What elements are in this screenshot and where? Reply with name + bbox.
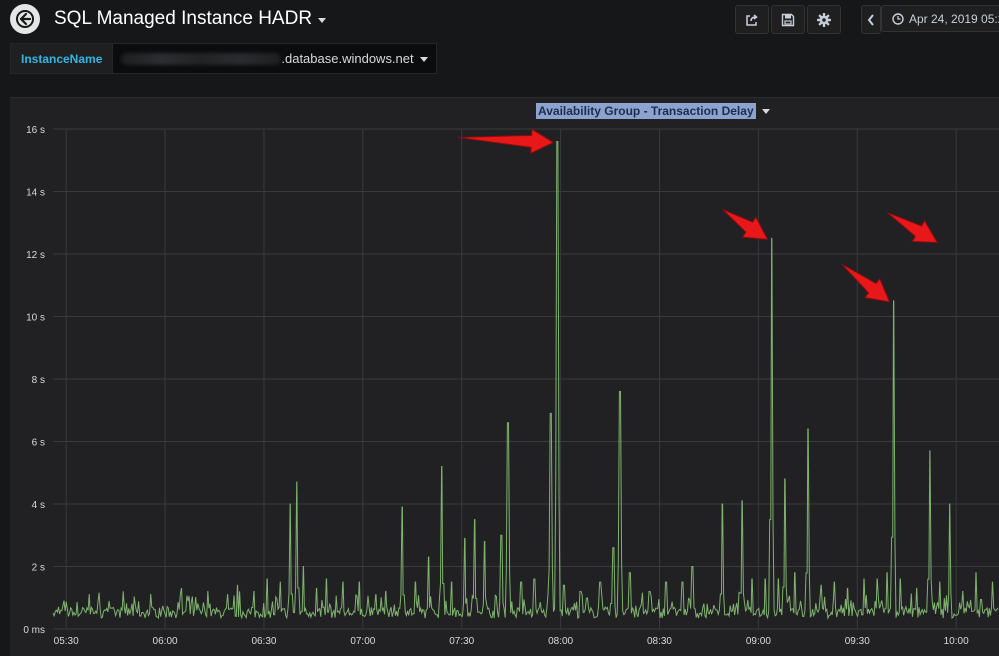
share-icon	[746, 13, 758, 26]
instance-name-dropdown[interactable]: .database.windows.net	[113, 43, 437, 74]
graph-panel: 0 ms 2 s 4 s 6 s 8 s 10 s 12 s 14 s 16 s 05:30 06…	[10, 97, 999, 656]
time-range-text: Apr 24, 2019 05:2	[909, 11, 999, 26]
series-line	[52, 141, 999, 621]
x-tick-label: 10:00	[944, 636, 969, 647]
instance-name-suffix: .database.windows.net	[281, 51, 414, 66]
top-navbar: SQL Managed Instance HADR Apr 24, 2019 0…	[0, 0, 999, 38]
chevron-down-icon	[419, 56, 428, 62]
time-shift-back-button[interactable]	[861, 5, 881, 34]
annotation-arrow	[886, 212, 939, 244]
gear-icon	[817, 12, 831, 27]
x-tick-label: 05:30	[54, 636, 79, 647]
dashboard-title-text: SQL Managed Instance HADR	[54, 8, 313, 29]
x-tick-label: 07:30	[449, 636, 474, 647]
panel-title-text: Availability Group - Transaction Delay	[536, 103, 756, 119]
annotation-arrow	[722, 208, 769, 240]
chevron-down-icon	[761, 108, 770, 114]
redacted-text	[121, 52, 282, 65]
save-button[interactable]	[771, 5, 805, 34]
y-tick-label: 16 s	[26, 125, 45, 136]
y-tick-label: 14 s	[26, 188, 45, 199]
share-button[interactable]	[735, 5, 769, 34]
x-tick-label: 08:00	[548, 636, 573, 647]
y-tick-label: 8 s	[32, 375, 45, 386]
x-tick-label: 08:30	[647, 636, 672, 647]
annotation-arrow	[458, 128, 555, 155]
y-tick-label: 6 s	[32, 438, 45, 449]
clock-icon	[892, 12, 904, 25]
x-tick-label: 09:30	[845, 636, 870, 647]
variable-label: InstanceName	[10, 43, 114, 74]
panel-title[interactable]: Availability Group - Transaction Delay	[536, 102, 770, 120]
chevron-down-icon	[318, 18, 327, 23]
chevron-left-icon	[867, 13, 874, 26]
y-tick-label: 4 s	[32, 500, 45, 511]
x-tick-label: 06:30	[251, 636, 276, 647]
y-tick-label: 0 ms	[23, 625, 45, 636]
time-range-picker[interactable]: Apr 24, 2019 05:2	[881, 5, 999, 32]
x-tick-label: 07:00	[350, 636, 375, 647]
y-tick-label: 12 s	[26, 250, 45, 261]
back-icon[interactable]	[10, 4, 40, 34]
x-tick-label: 06:00	[153, 636, 178, 647]
y-tick-label: 10 s	[26, 313, 45, 324]
dashboard-title[interactable]: SQL Managed Instance HADR	[54, 8, 327, 30]
transaction-delay-chart: 0 ms 2 s 4 s 6 s 8 s 10 s 12 s 14 s 16 s 05:30 06…	[23, 125, 999, 647]
settings-button[interactable]	[807, 5, 841, 34]
x-tick-label: 09:00	[746, 636, 771, 647]
annotation-arrow	[841, 263, 891, 303]
save-icon	[781, 13, 795, 26]
template-variables: InstanceName .database.windows.net	[10, 43, 437, 74]
y-tick-label: 2 s	[32, 563, 45, 574]
